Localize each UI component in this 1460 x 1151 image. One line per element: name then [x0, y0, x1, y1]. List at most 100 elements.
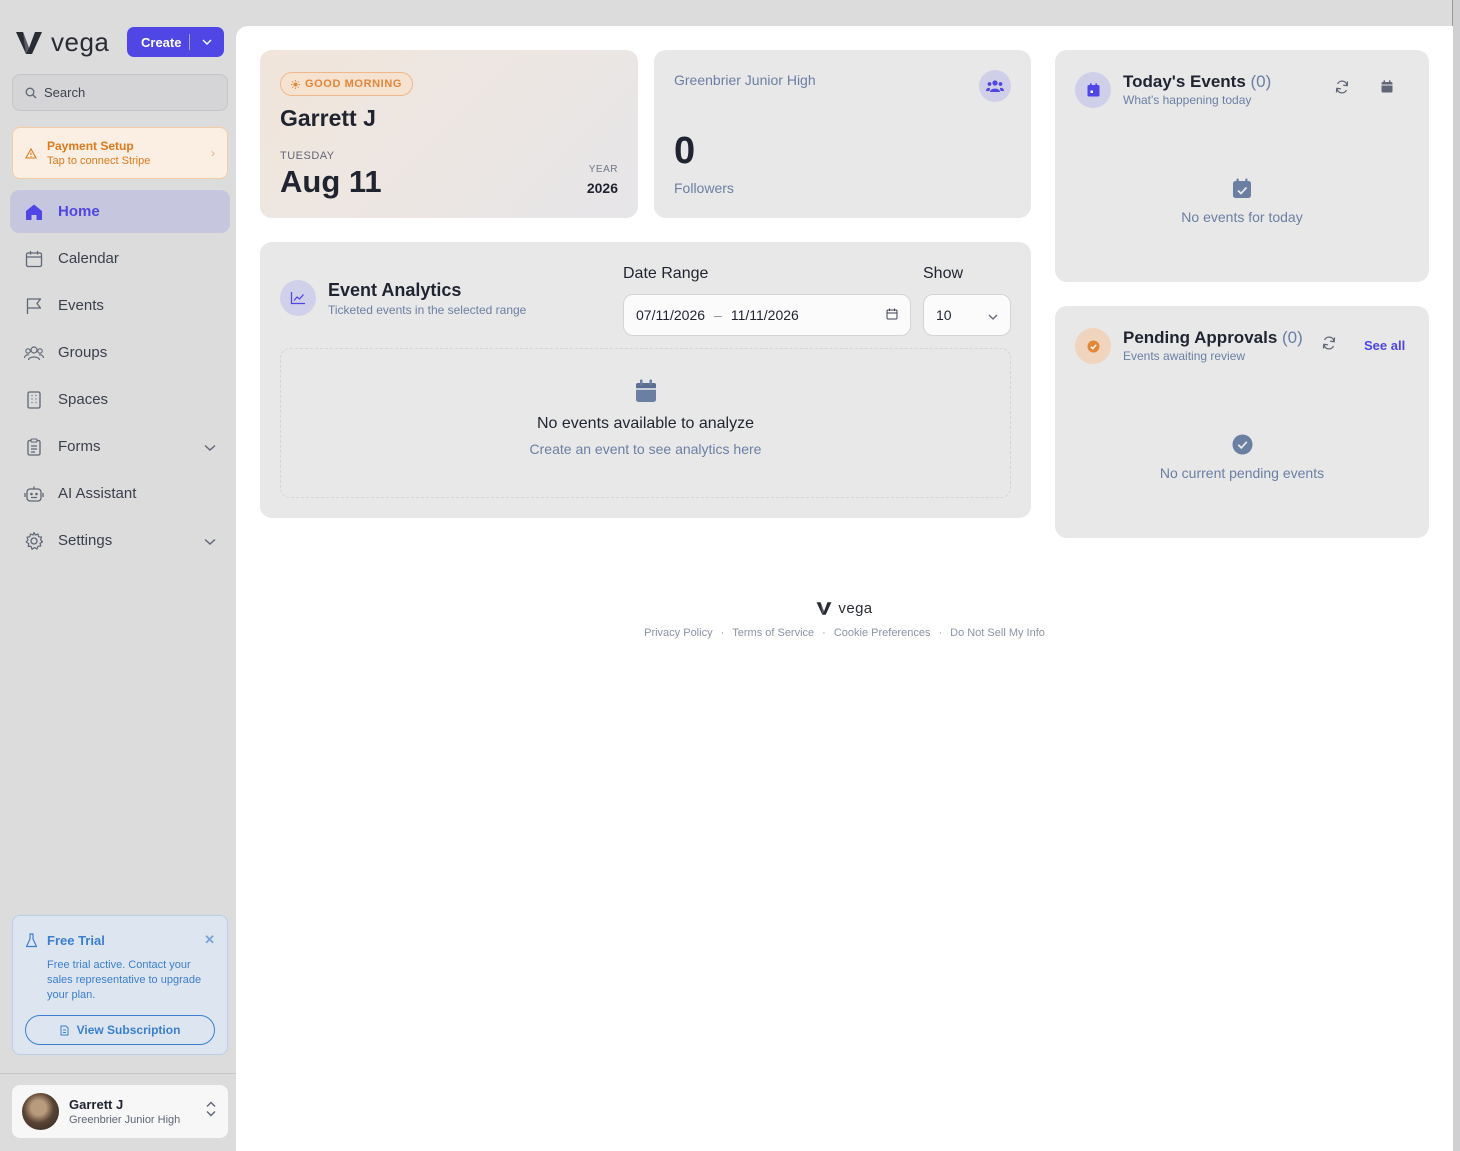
analytics-empty-link[interactable]: Create an event to see analytics here [281, 441, 1010, 457]
payment-setup-banner[interactable]: Payment Setup Tap to connect Stripe › [12, 127, 228, 179]
footer-logo: vega [236, 600, 1453, 617]
building-icon [24, 390, 44, 410]
followers-card: Greenbrier Junior High 0 Followers [654, 50, 1031, 218]
view-subscription-button[interactable]: View Subscription [25, 1015, 215, 1045]
date-range-picker[interactable]: 07/11/2026 – 11/11/2026 [623, 294, 911, 336]
sidebar-nav: Home Calendar Events Groups Spaces Forms… [10, 190, 230, 566]
app-window: vega Create Payment Setup Ta [0, 0, 1453, 1151]
sidebar-item-settings[interactable]: Settings [10, 519, 230, 562]
view-subscription-label: View Subscription [76, 1023, 181, 1037]
calendar-icon[interactable] [1381, 80, 1393, 98]
greeting-name: Garrett J [280, 105, 376, 131]
privacy-policy-link[interactable]: Privacy Policy [644, 627, 712, 639]
sidebar-item-events[interactable]: Events [10, 284, 230, 327]
search-box[interactable] [12, 74, 228, 111]
todays-events-subtitle: What's happening today [1123, 93, 1252, 107]
calendar-icon [281, 379, 1010, 403]
greeting-card: GOOD MORNING Garrett J TUESDAY Aug 11 YE… [260, 50, 638, 218]
show-count-select[interactable]: 10 [923, 294, 1011, 336]
todays-events-count: (0) [1250, 72, 1272, 91]
do-not-sell-link[interactable]: Do Not Sell My Info [950, 627, 1045, 639]
date-range-start: 07/11/2026 [636, 307, 706, 323]
todays-events-title: Today's Events (0) [1123, 72, 1271, 92]
avatar [22, 1093, 59, 1130]
see-all-link[interactable]: See all [1364, 338, 1405, 353]
footer-separator: · [938, 627, 943, 639]
brand-name: vega [51, 27, 110, 57]
robot-icon [24, 484, 44, 504]
users-icon [979, 70, 1011, 102]
warning-icon [25, 147, 37, 159]
todays-events-empty-text: No events for today [1181, 209, 1303, 225]
pending-approvals-card: Pending Approvals (0) Events awaiting re… [1055, 306, 1429, 538]
search-input[interactable] [44, 85, 214, 100]
pending-approvals-empty-text: No current pending events [1159, 465, 1325, 481]
current-date: Aug 11 [280, 164, 382, 199]
analytics-empty-state: No events available to analyze Create an… [280, 348, 1011, 498]
greeting-badge-label: GOOD MORNING [305, 78, 403, 90]
create-button-label: Create [141, 34, 182, 50]
cookie-preferences-link[interactable]: Cookie Preferences [834, 627, 931, 639]
check-circle-icon [1055, 434, 1429, 455]
document-icon [60, 1025, 69, 1036]
flask-icon [25, 932, 38, 948]
main-content: GOOD MORNING Garrett J TUESDAY Aug 11 YE… [236, 26, 1453, 1151]
calendar-icon [24, 249, 44, 269]
clipboard-icon [24, 437, 44, 457]
chevron-down-icon[interactable] [204, 533, 216, 550]
show-label: Show [923, 265, 964, 282]
refresh-icon[interactable] [1322, 336, 1336, 355]
event-analytics-card: Event Analytics Ticketed events in the s… [260, 242, 1031, 518]
show-count-value: 10 [936, 307, 952, 323]
footer-links: Privacy Policy · Terms of Service · Cook… [236, 627, 1453, 639]
sidebar-item-home[interactable]: Home [10, 190, 230, 233]
line-chart-icon [280, 280, 316, 316]
footer-separator: · [720, 627, 725, 639]
check-circle-icon [1075, 328, 1111, 364]
sidebar-item-spaces[interactable]: Spaces [10, 378, 230, 421]
chevron-down-icon[interactable] [190, 39, 224, 45]
day-of-week: TUESDAY [280, 150, 335, 162]
account-switcher[interactable]: Garrett J Greenbrier Junior High [12, 1085, 228, 1138]
followers-count: 0 [674, 130, 696, 172]
chevron-down-icon[interactable] [204, 439, 216, 456]
refresh-icon[interactable] [1335, 80, 1349, 99]
pending-approvals-title: Pending Approvals (0) [1123, 328, 1303, 348]
chevron-down-icon [988, 307, 998, 323]
pending-approvals-title-text: Pending Approvals [1123, 328, 1278, 347]
terms-of-service-link[interactable]: Terms of Service [732, 627, 814, 639]
create-button[interactable]: Create [127, 27, 224, 57]
sidebar-item-groups[interactable]: Groups [10, 331, 230, 374]
analytics-title: Event Analytics [328, 280, 462, 300]
search-icon [25, 87, 37, 98]
users-icon [24, 343, 44, 363]
analytics-subtitle: Ticketed events in the selected range [328, 303, 527, 317]
brand-logo[interactable]: vega [15, 27, 109, 58]
followers-org: Greenbrier Junior High [674, 72, 816, 88]
home-icon [24, 202, 44, 222]
chevron-up-down-icon[interactable] [206, 1101, 216, 1122]
pending-approvals-empty: No current pending events [1055, 434, 1429, 481]
sidebar-item-label: Groups [58, 344, 108, 361]
close-icon[interactable]: ✕ [204, 932, 215, 948]
followers-label: Followers [674, 180, 734, 196]
sidebar-item-label: Spaces [58, 391, 109, 408]
date-range-separator: – [714, 307, 722, 323]
sidebar: vega Create Payment Setup Ta [0, 0, 236, 1151]
sidebar-item-label: Forms [58, 438, 101, 455]
gear-icon [24, 531, 44, 551]
calendar-icon[interactable] [886, 307, 898, 323]
sidebar-item-forms[interactable]: Forms [10, 425, 230, 468]
footer-brand: vega [838, 600, 873, 617]
analytics-empty-title: No events available to analyze [536, 415, 755, 432]
free-trial-panel: Free Trial ✕ Free trial active. Contact … [12, 915, 228, 1055]
todays-events-card: Today's Events (0) What's happening toda… [1055, 50, 1429, 282]
footer: vega Privacy Policy · Terms of Service ·… [236, 600, 1453, 639]
sidebar-item-label: Home [58, 203, 100, 220]
free-trial-title: Free Trial [47, 932, 105, 948]
sun-icon [291, 79, 300, 89]
sidebar-item-calendar[interactable]: Calendar [10, 237, 230, 280]
sidebar-item-label: AI Assistant [58, 485, 137, 502]
date-range-end: 11/11/2026 [730, 307, 799, 323]
sidebar-item-ai-assistant[interactable]: AI Assistant [10, 472, 230, 515]
